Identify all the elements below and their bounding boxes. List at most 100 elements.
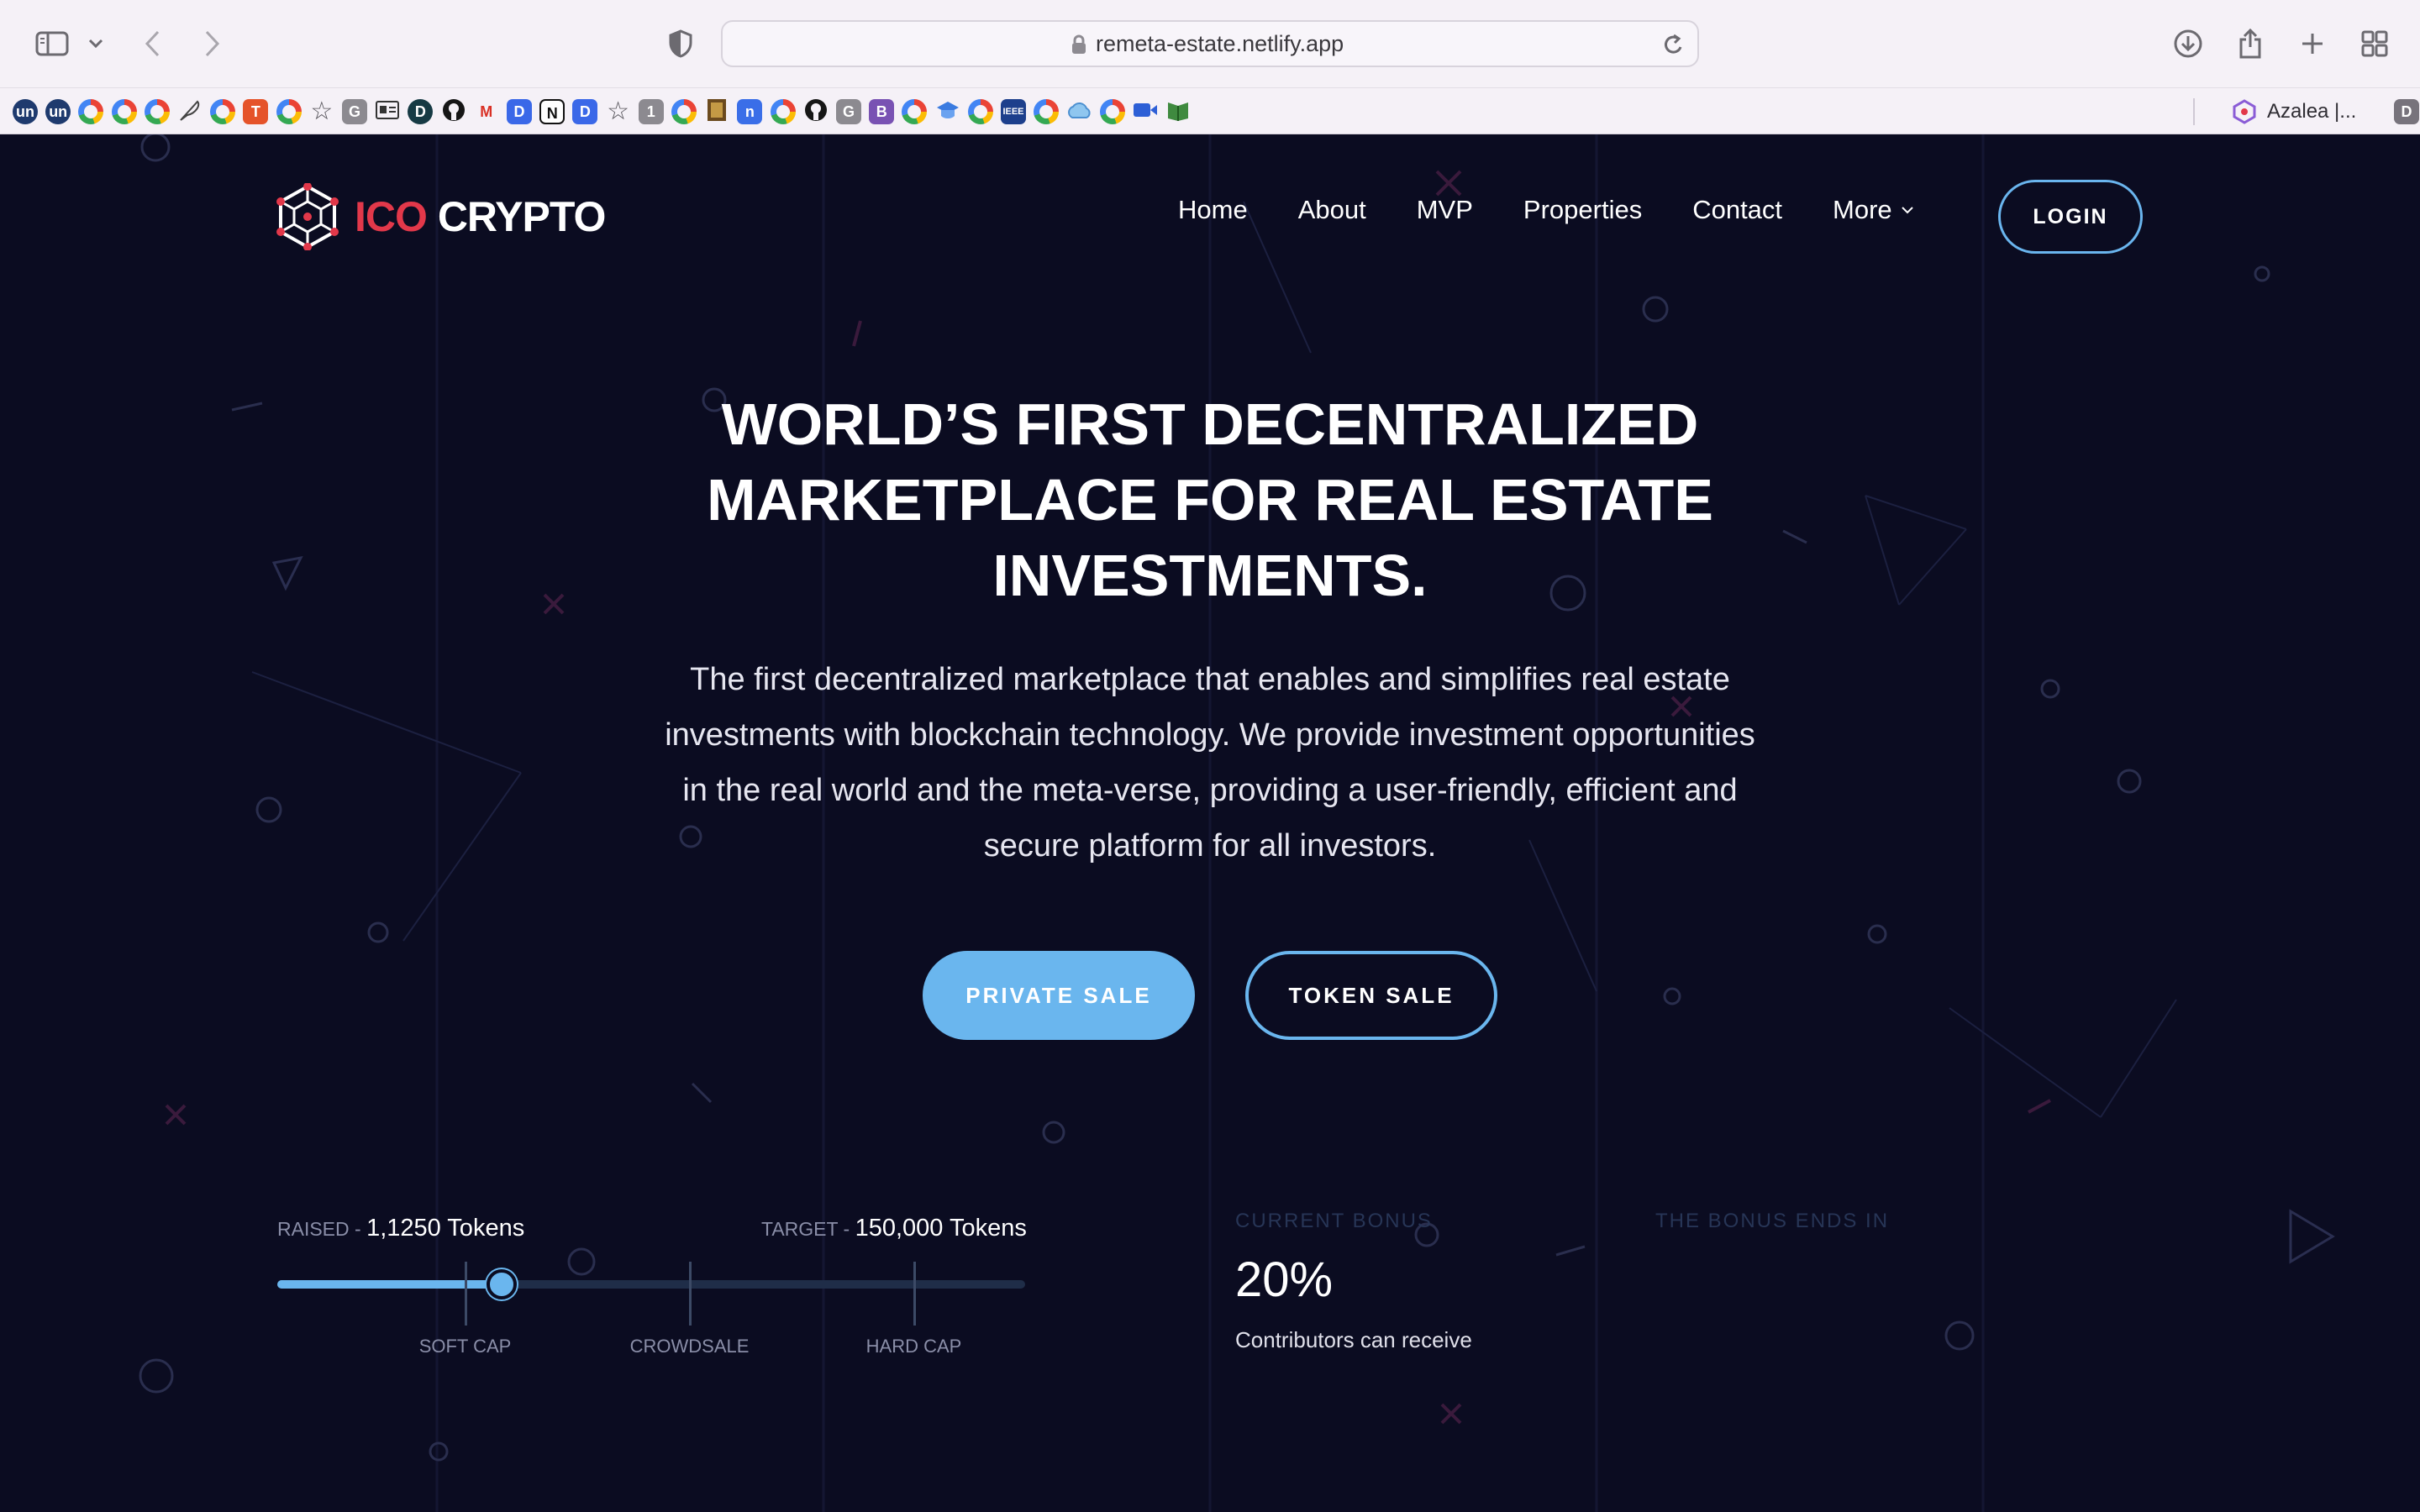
- chevron-down-icon[interactable]: [84, 22, 108, 66]
- github-icon: [803, 97, 829, 126]
- bookmark-google-icon[interactable]: [768, 97, 798, 127]
- cap-icon: [935, 99, 960, 124]
- unsplash-icon: un: [13, 99, 38, 124]
- n-icon: n: [737, 99, 763, 124]
- feather-icon: [177, 97, 203, 126]
- forward-icon[interactable]: [197, 22, 227, 66]
- bookmark-google-icon[interactable]: [109, 97, 139, 127]
- privacy-shield-icon[interactable]: [666, 22, 696, 66]
- site-logo[interactable]: ICO CRYPTO: [276, 183, 607, 250]
- nav-about[interactable]: About: [1298, 195, 1366, 225]
- book-green-icon: [1166, 98, 1190, 125]
- bootstrap-icon: B: [869, 99, 895, 124]
- progress-marker-label: SOFT CAP: [418, 1336, 512, 1357]
- bookmark-notion-icon[interactable]: N: [537, 97, 567, 127]
- main-nav: Home About MVP Properties Contact More: [1178, 183, 1914, 237]
- d-icon: D: [408, 99, 434, 124]
- google-icon: [276, 99, 302, 124]
- target-label: TARGET -: [761, 1218, 855, 1240]
- bookmark-cap-icon[interactable]: [933, 97, 963, 127]
- bonus-ends-label: THE BONUS ENDS IN: [1655, 1210, 1890, 1232]
- logo-text-ico: ICO: [355, 193, 428, 240]
- bookmark-grammarly-icon[interactable]: G: [834, 97, 864, 127]
- id-card-icon: [375, 99, 400, 124]
- downloads-icon[interactable]: [2171, 22, 2205, 66]
- address-bar[interactable]: remeta-estate.netlify.app: [721, 20, 1699, 67]
- bookmark-google-icon[interactable]: [669, 97, 699, 127]
- bookmark-gmail-icon[interactable]: M: [471, 97, 502, 127]
- chevron-down-icon: [1901, 207, 1913, 214]
- grammarly-icon: G: [342, 99, 367, 124]
- nav-properties[interactable]: Properties: [1523, 195, 1642, 225]
- login-button[interactable]: LOGIN: [1998, 180, 2143, 254]
- new-tab-icon[interactable]: [2297, 22, 2328, 66]
- google-icon: [671, 99, 697, 124]
- bookmark-d-icon[interactable]: D: [405, 97, 435, 127]
- bookmark-star-icon[interactable]: ☆: [603, 97, 634, 127]
- bookmark-unsplash-icon[interactable]: un: [10, 97, 40, 127]
- token-progress-knob: [487, 1269, 517, 1299]
- nav-mvp[interactable]: MVP: [1417, 195, 1473, 225]
- page: ICO CRYPTO Home About MVP Properties Con…: [0, 134, 2420, 1512]
- bookmark-ieee-icon[interactable]: IEEE: [998, 97, 1028, 127]
- bookmark-feather-icon[interactable]: [175, 97, 205, 127]
- bookmark-google-icon[interactable]: [274, 97, 304, 127]
- bookmark-google-icon[interactable]: [208, 97, 238, 127]
- bookmark-unsplash-icon[interactable]: un: [43, 97, 73, 127]
- star-icon: ☆: [310, 97, 334, 126]
- bookmark-video-icon[interactable]: [1130, 97, 1160, 127]
- hero-title: WORLD’S FIRST DECENTRALIZED MARKETPLACE …: [707, 391, 1713, 608]
- reload-icon[interactable]: [1662, 32, 1686, 60]
- bookmark-d-blue-icon[interactable]: D: [570, 97, 600, 127]
- bookmark-star-icon[interactable]: ☆: [307, 97, 337, 127]
- bookmark-google-icon[interactable]: [965, 97, 996, 127]
- nav-home[interactable]: Home: [1178, 195, 1248, 225]
- nav-more[interactable]: More: [1833, 195, 1914, 225]
- google-icon: [967, 99, 993, 124]
- google-icon: [1034, 99, 1060, 124]
- bookmark-book-green-icon[interactable]: [1163, 97, 1193, 127]
- bookmark-google-icon[interactable]: [142, 97, 172, 127]
- ieee-icon: IEEE: [1001, 99, 1026, 124]
- logo-text: ICO CRYPTO: [355, 192, 607, 241]
- sidebar-toggle-icon[interactable]: [34, 22, 71, 66]
- google-icon: [770, 99, 796, 124]
- bookmark-google-icon[interactable]: [76, 97, 106, 127]
- bookmark-tally-icon[interactable]: T: [240, 97, 271, 127]
- progress-marker-label: HARD CAP: [865, 1336, 962, 1357]
- bookmark-n-icon[interactable]: n: [734, 97, 765, 127]
- bookmark-github-icon[interactable]: [439, 97, 469, 127]
- bookmark-google-icon[interactable]: [1097, 97, 1128, 127]
- bookmark-book-icon[interactable]: [702, 97, 732, 127]
- share-icon[interactable]: [2235, 22, 2265, 66]
- token-sale-button[interactable]: TOKEN SALE: [1245, 951, 1497, 1040]
- bookmark-cloud-icon[interactable]: [1064, 97, 1094, 127]
- bookmark-bootstrap-icon[interactable]: B: [866, 97, 897, 127]
- gmail-icon: M: [473, 99, 499, 124]
- bookmark-google-icon[interactable]: [899, 97, 929, 127]
- video-icon: [1132, 101, 1159, 123]
- current-bonus-note: Contributors can receive: [1235, 1327, 1472, 1352]
- private-sale-button[interactable]: PRIVATE SALE: [923, 951, 1195, 1040]
- bookmark-github-icon[interactable]: [801, 97, 831, 127]
- logo-text-crypto: CRYPTO: [437, 193, 607, 240]
- bookmark-google-icon[interactable]: [1031, 97, 1061, 127]
- google-icon: [144, 99, 170, 124]
- google-icon: [111, 99, 137, 124]
- azalea-icon: [2233, 99, 2256, 124]
- google-icon: [210, 99, 236, 124]
- bookmark-d-icon[interactable]: D: [2391, 97, 2420, 127]
- notion-icon: N: [539, 99, 566, 124]
- github-icon: [441, 97, 466, 126]
- bookmark-d-blue-icon[interactable]: D: [504, 97, 534, 127]
- back-icon[interactable]: [138, 22, 168, 66]
- bookmark-one-icon[interactable]: 1: [636, 97, 666, 127]
- bookmark-id-card-icon[interactable]: [372, 97, 402, 127]
- cloud-icon: [1065, 101, 1092, 123]
- nav-contact[interactable]: Contact: [1692, 195, 1782, 225]
- tab-overview-icon[interactable]: [2360, 22, 2390, 66]
- token-progress-fill: [277, 1280, 502, 1289]
- bookmark-grammarly-icon[interactable]: G: [339, 97, 370, 127]
- raised-value: 1,1250 Tokens: [366, 1215, 525, 1242]
- bookmark-azalea[interactable]: Azalea |...: [2232, 97, 2356, 127]
